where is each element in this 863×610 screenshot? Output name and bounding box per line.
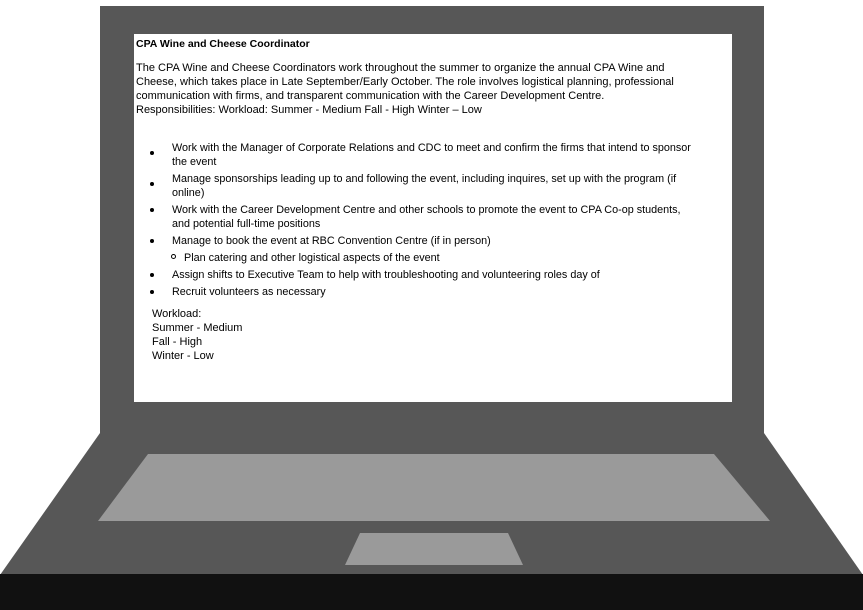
list-item: Work with the Career Development Centre … xyxy=(136,203,692,231)
intro-line: Cheese, which takes place in Late Septem… xyxy=(136,76,674,88)
intro-line: communication with firms, and transparen… xyxy=(136,90,605,102)
workload-winter: Winter - Low xyxy=(152,350,214,362)
bullet-icon xyxy=(150,151,154,155)
sub-list-item: Plan catering and other logistical aspec… xyxy=(136,251,730,265)
bullet-icon xyxy=(150,290,154,294)
responsibilities-list: Work with the Manager of Corporate Relat… xyxy=(136,141,730,299)
workload-section: Workload: Summer - Medium Fall - High Wi… xyxy=(152,307,730,363)
list-item: Recruit volunteers as necessary xyxy=(136,285,692,299)
list-item-text: Work with the Manager of Corporate Relat… xyxy=(172,142,691,168)
laptop-base-edge xyxy=(0,574,863,610)
list-item-text: Assign shifts to Executive Team to help … xyxy=(172,269,600,281)
circle-bullet-icon xyxy=(171,254,176,259)
bullet-icon xyxy=(150,182,154,186)
list-item: Manage to book the event at RBC Conventi… xyxy=(136,234,692,248)
list-item-text: Work with the Career Development Centre … xyxy=(172,204,681,230)
bullet-icon xyxy=(150,208,154,212)
list-item: Assign shifts to Executive Team to help … xyxy=(136,268,692,282)
list-item: Work with the Manager of Corporate Relat… xyxy=(136,141,692,169)
bullet-icon xyxy=(150,273,154,277)
keyboard-area xyxy=(98,454,770,521)
list-item: Manage sponsorships leading up to and fo… xyxy=(136,172,692,200)
bullet-icon xyxy=(150,239,154,243)
workload-summer: Summer - Medium xyxy=(152,322,243,334)
intro-paragraph: The CPA Wine and Cheese Coordinators wor… xyxy=(136,61,730,117)
document-title: CPA Wine and Cheese Coordinator xyxy=(136,38,310,50)
intro-line: Responsibilities: Workload: Summer - Med… xyxy=(136,104,482,116)
touchpad xyxy=(345,533,523,565)
intro-line: The CPA Wine and Cheese Coordinators wor… xyxy=(136,62,665,74)
workload-fall: Fall - High xyxy=(152,336,203,348)
list-item-text: Manage to book the event at RBC Conventi… xyxy=(172,235,491,247)
list-item-text: Manage sponsorships leading up to and fo… xyxy=(172,173,677,199)
workload-heading: Workload: xyxy=(152,308,202,320)
list-item-text: Recruit volunteers as necessary xyxy=(172,286,326,298)
laptop-illustration: CPA Wine and Cheese Coordinator The CPA … xyxy=(0,0,863,610)
sub-list-item-text: Plan catering and other logistical aspec… xyxy=(184,252,440,264)
laptop-screen: CPA Wine and Cheese Coordinator The CPA … xyxy=(134,34,732,402)
